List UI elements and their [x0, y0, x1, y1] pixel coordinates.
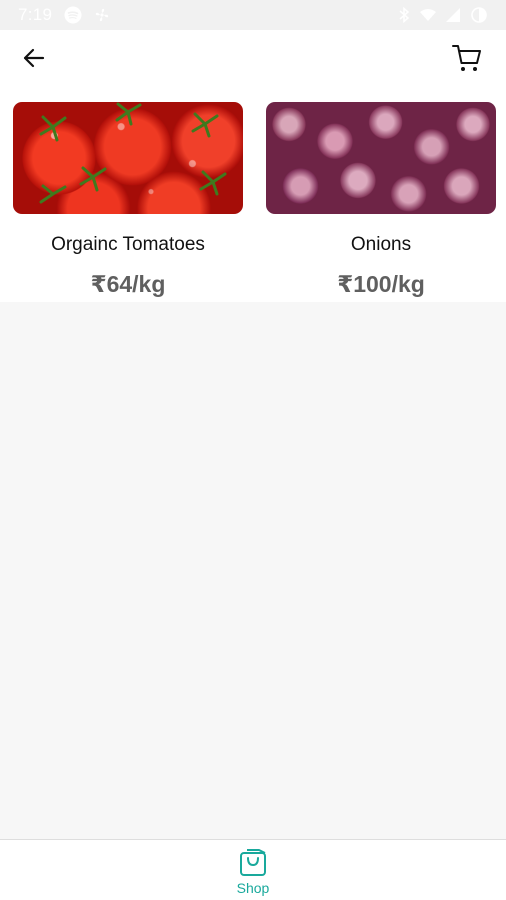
- cart-button[interactable]: [451, 42, 483, 74]
- status-right: [398, 6, 488, 24]
- product-image-onions: [266, 102, 496, 214]
- product-price: ₹100/kg: [337, 271, 425, 297]
- wifi-icon: [420, 8, 436, 22]
- bottom-nav: Shop: [0, 839, 506, 900]
- spotify-icon: [64, 6, 82, 24]
- back-button[interactable]: [20, 44, 48, 72]
- nav-item-shop[interactable]: Shop: [223, 840, 283, 900]
- product-card-tomatoes[interactable]: Orgainc Tomatoes ₹64/kg: [13, 102, 243, 298]
- product-card-onions[interactable]: Onions ₹100/kg: [266, 102, 496, 298]
- app-header: [0, 30, 506, 86]
- product-grid: Orgainc Tomatoes ₹64/kg Onions ₹100/kg: [0, 86, 506, 302]
- shopping-bag-icon: [240, 849, 266, 876]
- status-time: 7:19: [18, 5, 53, 24]
- app-screen: 7:19 Orgainc Tomatoes ₹64/kg Onions ₹100…: [0, 0, 506, 900]
- battery-icon: [470, 6, 488, 24]
- arrow-left-icon: [23, 48, 45, 68]
- product-image-tomatoes: [13, 102, 243, 214]
- product-price: ₹64/kg: [90, 271, 166, 297]
- product-name: Onions: [350, 234, 412, 255]
- status-bar: 7:19: [0, 0, 506, 30]
- tomato-stems-icon: [39, 102, 227, 204]
- nav-label-shop: Shop: [236, 880, 270, 896]
- status-left: 7:19: [18, 5, 110, 25]
- fan-icon: [94, 7, 110, 23]
- cart-icon: [452, 45, 481, 71]
- product-name: Orgainc Tomatoes: [51, 234, 205, 255]
- signal-icon: [446, 8, 460, 22]
- bluetooth-icon: [398, 7, 410, 23]
